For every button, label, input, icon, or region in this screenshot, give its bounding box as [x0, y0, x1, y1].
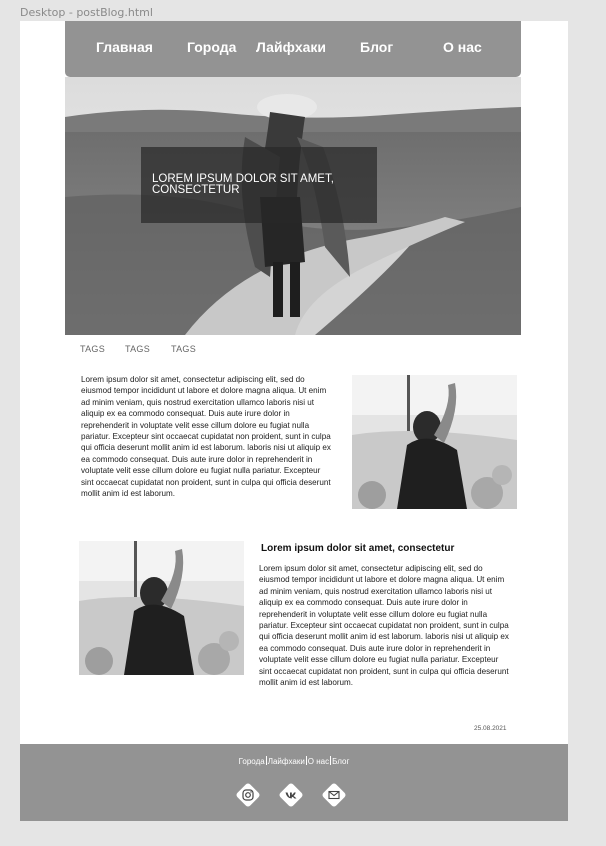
- footer-links: Города Лайфхаки О нас Блог: [20, 756, 568, 766]
- vk-button[interactable]: [277, 781, 305, 809]
- article-paragraph-1: Lorem ipsum dolor sit amet, consectetur …: [81, 375, 331, 499]
- nav-item-blog[interactable]: Блог: [360, 39, 393, 55]
- mail-icon: [328, 790, 340, 800]
- instagram-icon: [242, 789, 254, 801]
- nav-item-lifehacks[interactable]: Лайфхаки: [256, 39, 326, 55]
- frame-label: Desktop - postBlog.html: [20, 6, 153, 19]
- footer-link-lifehacks[interactable]: Лайфхаки: [268, 757, 305, 766]
- footer-link-cities[interactable]: Города: [239, 757, 265, 766]
- footer-separator: [265, 756, 267, 765]
- hero-title: LOREM IPSUM DOLOR SIT AMET, CONSECTETUR: [152, 173, 334, 196]
- footer-link-about[interactable]: О нас: [308, 757, 329, 766]
- post-date: 25.08.2021: [474, 725, 507, 732]
- nav-item-cities[interactable]: Города: [187, 39, 236, 55]
- concert-photo-1: [352, 375, 517, 509]
- hero-image: LOREM IPSUM DOLOR SIT AMET, CONSECTETUR: [65, 77, 521, 335]
- article-subheading: Lorem ipsum dolor sit amet, consectetur: [261, 543, 455, 554]
- tag-1[interactable]: TAGS: [80, 344, 105, 354]
- page: Главная Города Лайфхаки Блог О нас LOREM…: [20, 21, 568, 821]
- top-navigation: Главная Города Лайфхаки Блог О нас: [65, 21, 521, 77]
- nav-item-home[interactable]: Главная: [96, 39, 153, 55]
- instagram-button[interactable]: [234, 781, 262, 809]
- footer: Города Лайфхаки О нас Блог: [20, 744, 568, 821]
- footer-link-blog[interactable]: Блог: [332, 757, 349, 766]
- hero-caption-box: LOREM IPSUM DOLOR SIT AMET, CONSECTETUR: [141, 147, 377, 223]
- article-paragraph-2: Lorem ipsum dolor sit amet, consectetur …: [259, 564, 509, 688]
- nav-item-about[interactable]: О нас: [443, 39, 482, 55]
- concert-photo-2: [79, 541, 244, 675]
- footer-separator: [330, 756, 332, 765]
- tag-2[interactable]: TAGS: [125, 344, 150, 354]
- vk-icon: [285, 792, 297, 799]
- tag-3[interactable]: TAGS: [171, 344, 196, 354]
- mail-button[interactable]: [320, 781, 348, 809]
- footer-separator: [305, 756, 307, 765]
